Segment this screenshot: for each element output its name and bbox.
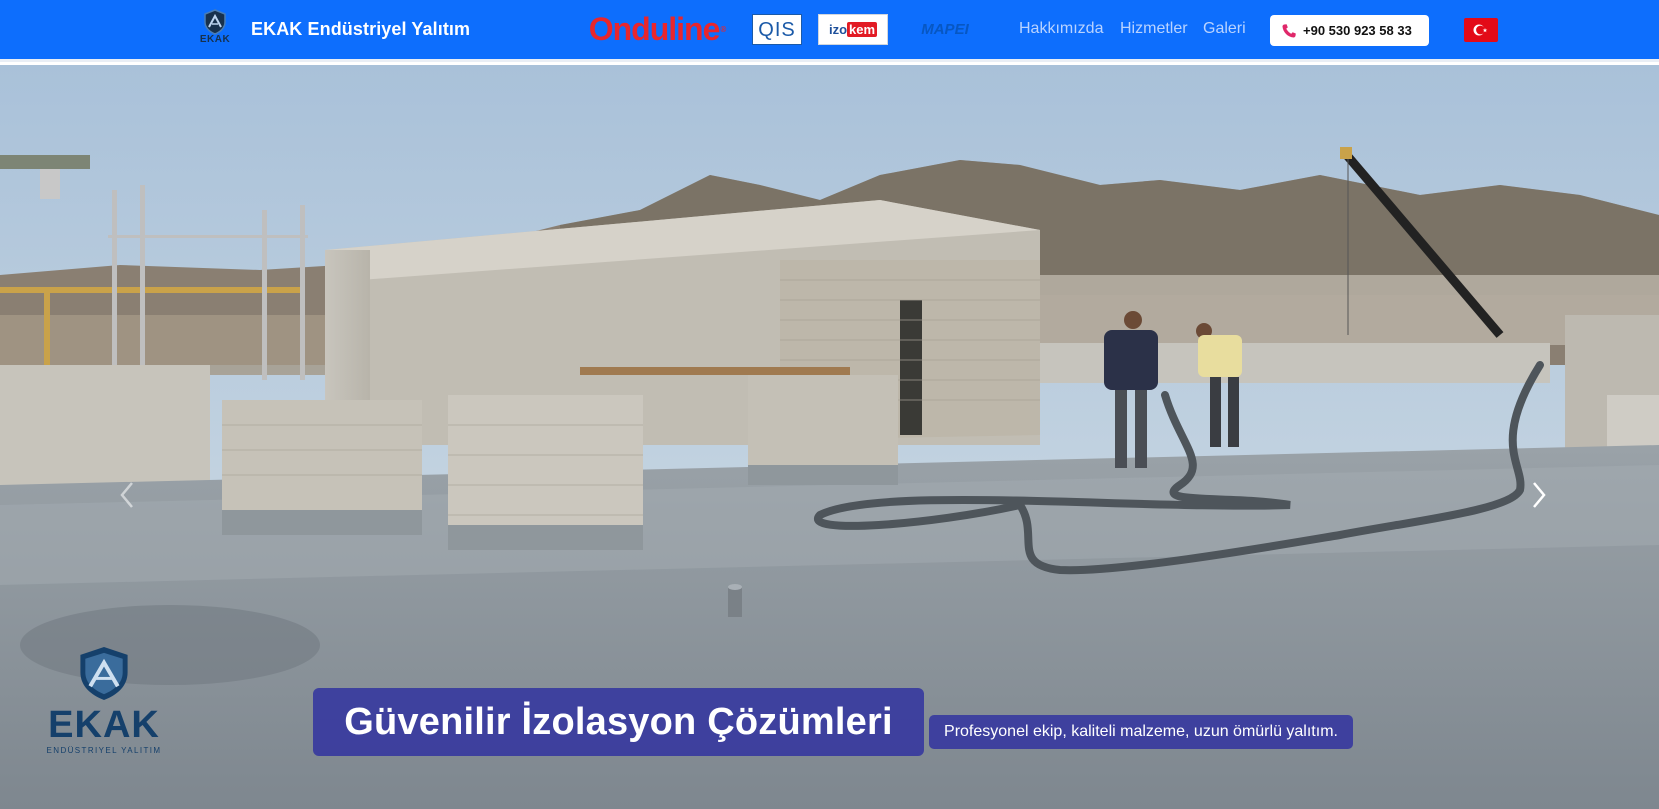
hero-caption-subtitle-box: Profesyonel ekip, kaliteli malzeme, uzun… — [929, 715, 1353, 749]
chevron-right-icon — [1533, 482, 1546, 508]
top-navbar: EKAK EKAK Endüstriyel Yalıtım Onduline ® … — [0, 0, 1659, 62]
carousel-prev-button[interactable] — [112, 475, 142, 515]
partner-logo-mapei: MAPEI — [910, 14, 980, 44]
brand-name[interactable]: EKAK Endüstriyel Yalıtım — [251, 19, 470, 40]
nav-link-hakkimizda[interactable]: Hakkımızda — [1019, 20, 1103, 38]
nav-link-hizmetler[interactable]: Hizmetler — [1120, 20, 1188, 38]
chevron-left-icon — [120, 482, 133, 508]
brand-logo-text: EKAK — [199, 34, 231, 45]
shield-logo-icon — [204, 9, 226, 35]
mapei-wordmark: MAPEI — [921, 20, 969, 38]
partner-logo-qis: QIS — [752, 14, 802, 45]
phone-button[interactable]: +90 530 923 58 33 — [1270, 15, 1429, 46]
nav-link-galeri[interactable]: Galeri — [1203, 20, 1246, 38]
crescent-star-icon — [1473, 24, 1488, 36]
izokem-wordmark-b: kem — [847, 22, 878, 37]
shield-logo-icon — [80, 646, 128, 701]
brand[interactable]: EKAK EKAK Endüstriyel Yalıtım — [193, 9, 470, 49]
partner-logo-izokem: izo kem — [818, 14, 888, 45]
phone-icon — [1282, 23, 1296, 38]
hero-title: Güvenilir İzolasyon Çözümleri — [344, 700, 893, 743]
hero-caption-title-box: Güvenilir İzolasyon Çözümleri — [313, 688, 924, 756]
phone-number: +90 530 923 58 33 — [1303, 23, 1412, 38]
hero-watermark-logo: EKAK ENDÜSTRIYEL YALITIM — [44, 645, 164, 755]
turkish-flag-icon[interactable] — [1464, 18, 1498, 42]
izokem-wordmark-a: izo — [828, 22, 848, 37]
brand-logo[interactable]: EKAK — [193, 9, 237, 49]
registered-mark: ® — [720, 24, 726, 34]
hero-subtitle: Profesyonel ekip, kaliteli malzeme, uzun… — [944, 723, 1338, 740]
hero-logo-subtext: ENDÜSTRIYEL YALITIM — [46, 746, 162, 755]
qis-wordmark: QIS — [758, 18, 796, 41]
partner-logo-onduline: Onduline ® — [578, 11, 736, 47]
onduline-wordmark: Onduline — [588, 10, 721, 47]
hero-logo-word: EKAK — [48, 704, 160, 746]
carousel-next-button[interactable] — [1524, 475, 1554, 515]
